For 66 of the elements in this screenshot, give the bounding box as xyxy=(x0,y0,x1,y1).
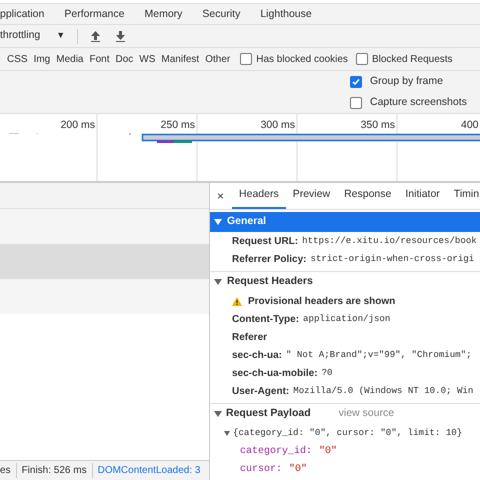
payload-key: cursor: xyxy=(240,462,282,476)
header-value: Mozilla/5.0 (Windows NT 10.0; Win xyxy=(293,384,474,398)
details-tab[interactable]: Headers xyxy=(232,183,286,209)
time-tick: 400 xyxy=(461,118,479,133)
panel-tab[interactable]: Performance xyxy=(54,4,134,24)
checkbox[interactable] xyxy=(350,96,362,108)
warning-text: Provisional headers are shown xyxy=(248,294,396,308)
header-name: sec-ch-ua: xyxy=(232,348,282,362)
checkbox-label: Group by frame xyxy=(370,74,443,89)
payload-summary[interactable]: {category_id: "0", cursor: "0", limit: 10} xyxy=(233,426,462,440)
warning-icon xyxy=(232,296,242,306)
filter-type[interactable]: Doc xyxy=(116,52,134,66)
panel-tab[interactable]: pplication xyxy=(0,4,54,24)
panel-tab[interactable]: Lighthouse xyxy=(250,4,322,24)
time-tick: 200 ms xyxy=(60,118,95,133)
header-name: Request URL: xyxy=(232,234,298,248)
payload-key: category_id: xyxy=(240,444,312,458)
checkbox[interactable] xyxy=(240,53,252,65)
header-value: " Not A;Brand";v="99", "Chromium"; xyxy=(286,348,472,362)
header-name: Content-Type: xyxy=(232,312,300,326)
dropdown-arrow[interactable]: ▼ xyxy=(56,29,66,43)
section-title[interactable]: Request Payload xyxy=(226,406,311,422)
filter-type[interactable]: Img xyxy=(34,52,50,66)
details-tab[interactable]: Response xyxy=(337,183,398,209)
header-value: application/json xyxy=(303,312,390,326)
upload-icon[interactable] xyxy=(90,30,102,42)
throttling-dropdown[interactable]: throttling xyxy=(0,28,40,44)
caret-icon[interactable] xyxy=(214,411,222,417)
filter-type[interactable]: CSS xyxy=(7,52,28,66)
details-tab[interactable]: Timin xyxy=(446,183,480,209)
close-button[interactable]: × xyxy=(210,184,232,209)
checkbox-label: Capture screenshots xyxy=(370,94,467,110)
checkbox[interactable] xyxy=(356,53,368,65)
filter-type[interactable]: Font xyxy=(89,52,110,66)
caret-icon[interactable] xyxy=(214,279,222,285)
checkbox[interactable] xyxy=(350,76,362,88)
time-tick: 350 ms xyxy=(360,118,395,133)
header-name: Referer xyxy=(232,330,268,344)
download-icon[interactable] xyxy=(115,30,126,42)
time-tick: 250 ms xyxy=(160,118,195,133)
time-tick: 300 ms xyxy=(260,118,295,133)
payload-value: "0" xyxy=(289,462,308,476)
header-value: strict-origin-when-cross-origi xyxy=(310,252,474,266)
header-name: Referrer Policy: xyxy=(232,252,306,266)
filter-type[interactable]: Other xyxy=(205,52,230,66)
status-text: DOMContentLoaded: 3 xyxy=(92,463,200,478)
header-value: ?0 xyxy=(322,366,332,380)
view-source-link[interactable]: view source xyxy=(338,406,394,422)
filter-type[interactable]: WS xyxy=(139,52,156,66)
details-tab[interactable]: Preview xyxy=(286,183,338,209)
header-value: https://e.xitu.io/resources/book xyxy=(302,234,477,248)
panel-tab[interactable]: Memory xyxy=(134,4,192,24)
panel-tab[interactable]: Security xyxy=(192,4,250,24)
caret-icon[interactable] xyxy=(224,430,230,436)
details-tab[interactable]: Initiator xyxy=(398,183,447,209)
checkbox-label: Has blocked cookies xyxy=(256,52,348,66)
section-header[interactable]: Request Headers xyxy=(210,272,480,292)
section-header[interactable]: General xyxy=(210,212,480,232)
header-name: sec-ch-ua-mobile: xyxy=(232,366,318,380)
status-text: Finish: 526 ms xyxy=(16,463,87,478)
filter-type[interactable]: Media xyxy=(56,52,84,66)
filter-type[interactable]: Manifest xyxy=(161,52,200,66)
header-name: User-Agent: xyxy=(232,384,290,398)
payload-value: "0" xyxy=(319,444,338,458)
status-text: es xyxy=(0,464,11,478)
checkbox-label: Blocked Requests xyxy=(372,52,453,66)
